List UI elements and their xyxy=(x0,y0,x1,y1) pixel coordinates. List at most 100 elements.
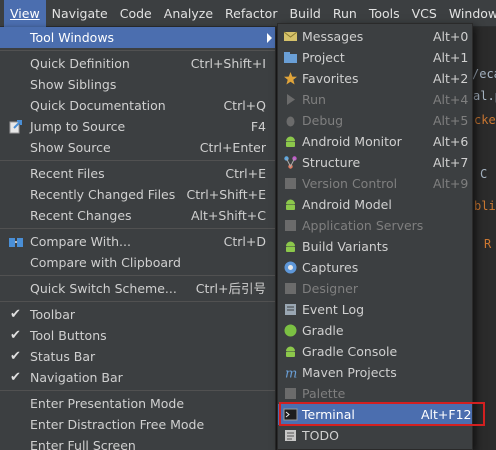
android-icon xyxy=(286,241,295,252)
menu-item-quick-switch-scheme[interactable]: Quick Switch Scheme... Ctrl+后引号 xyxy=(0,278,275,299)
menu-view[interactable]: View xyxy=(4,0,46,27)
tool-window-label: Gradle xyxy=(302,323,344,338)
menu-item-toolbar[interactable]: ✔ Toolbar xyxy=(0,304,275,325)
messages-icon xyxy=(283,31,298,41)
menu-refactor[interactable]: Refactor xyxy=(219,0,283,27)
menu-item-jump-to-source[interactable]: Jump to Source F4 xyxy=(0,116,275,137)
menu-item-quick-definition[interactable]: Quick Definition Ctrl+Shift+I xyxy=(0,53,275,74)
menu-item-shortcut: Ctrl+D xyxy=(223,234,266,249)
gradle-icon xyxy=(284,324,297,337)
menu-item-status-bar[interactable]: ✔ Status Bar xyxy=(0,346,275,367)
menu-item-recent-files[interactable]: Recent Files Ctrl+E xyxy=(0,163,275,184)
menu-item-distraction-free-mode[interactable]: Enter Distraction Free Mode xyxy=(0,414,275,435)
menu-item-tool-buttons[interactable]: ✔ Tool Buttons xyxy=(0,325,275,346)
tool-window-item-designer[interactable]: Designer xyxy=(278,278,472,299)
tool-window-item-captures[interactable]: Captures xyxy=(278,257,472,278)
editor-text: R xyxy=(484,237,492,251)
project-icon xyxy=(284,52,297,63)
checkmark-icon: ✔ xyxy=(10,307,21,322)
menu-analyze[interactable]: Analyze xyxy=(158,0,219,27)
menu-item-label: Tool Buttons xyxy=(30,328,107,343)
menu-item-label: Show Siblings xyxy=(30,77,117,92)
menu-item-label: Recent Files xyxy=(30,166,105,181)
submenu-arrow-icon xyxy=(267,33,272,43)
tool-window-label: Application Servers xyxy=(302,218,424,233)
menu-separator xyxy=(0,390,275,391)
svg-text:m: m xyxy=(285,367,297,381)
checkmark-icon: ✔ xyxy=(10,349,21,364)
menu-item-shortcut: Ctrl+E xyxy=(225,166,266,181)
tool-window-item-todo[interactable]: TODO xyxy=(278,425,472,446)
tool-window-item-gradle[interactable]: Gradle xyxy=(278,320,472,341)
tool-windows-submenu: Messages Alt+0 Project Alt+1 Favorites Alt+2 R… xyxy=(277,23,473,450)
tool-window-item-event-log[interactable]: Event Log xyxy=(278,299,472,320)
menu-item-shortcut: Ctrl+后引号 xyxy=(195,281,266,296)
menu-item-quick-documentation[interactable]: Quick Documentation Ctrl+Q xyxy=(0,95,275,116)
menu-item-show-siblings[interactable]: Show Siblings xyxy=(0,74,275,95)
tool-window-item-gradle-console[interactable]: Gradle Console xyxy=(278,341,472,362)
structure-icon xyxy=(284,156,297,169)
tool-window-item-debug[interactable]: Debug Alt+5 xyxy=(278,110,472,131)
menu-item-shortcut: F4 xyxy=(250,119,266,134)
menu-item-presentation-mode[interactable]: Enter Presentation Mode xyxy=(0,393,275,414)
editor-text: cke xyxy=(474,113,496,127)
android-icon xyxy=(286,199,295,210)
menu-item-recent-changes[interactable]: Recent Changes Alt+Shift+C xyxy=(0,205,275,226)
tool-window-label: Captures xyxy=(302,260,359,275)
tool-window-item-application-servers[interactable]: Application Servers xyxy=(278,215,472,236)
tool-window-item-maven-projects[interactable]: m Maven Projects xyxy=(278,362,472,383)
menu-item-compare-with-clipboard[interactable]: Compare with Clipboard xyxy=(0,252,275,273)
tool-window-item-structure[interactable]: Structure Alt+7 xyxy=(278,152,472,173)
menu-item-compare-with[interactable]: Compare With... Ctrl+D xyxy=(0,231,275,252)
tool-window-item-build-variants[interactable]: Build Variants xyxy=(278,236,472,257)
tool-window-item-run[interactable]: Run Alt+4 xyxy=(278,89,472,110)
terminal-callout-box xyxy=(279,402,485,426)
menu-item-shortcut: Ctrl+Q xyxy=(223,98,266,113)
designer-icon xyxy=(285,283,296,294)
menu-item-label: Status Bar xyxy=(30,349,96,364)
captures-icon xyxy=(284,261,297,274)
tool-window-item-version-control[interactable]: Version Control Alt+9 xyxy=(278,173,472,194)
menu-navigate[interactable]: Navigate xyxy=(46,0,114,27)
tool-window-item-android-model[interactable]: Android Model xyxy=(278,194,472,215)
tool-window-label: Designer xyxy=(302,281,358,296)
tool-window-label: Version Control xyxy=(302,176,398,191)
tool-window-label: Maven Projects xyxy=(302,365,397,380)
menu-item-full-screen[interactable]: Enter Full Screen xyxy=(0,435,275,450)
tool-window-item-project[interactable]: Project Alt+1 xyxy=(278,47,472,68)
menu-item-label: Tool Windows xyxy=(30,30,115,45)
menu-item-label: Quick Documentation xyxy=(30,98,166,113)
event-log-icon xyxy=(285,304,296,315)
view-menu-dropdown: Tool Windows Quick Definition Ctrl+Shift… xyxy=(0,27,276,450)
editor-text: al.p xyxy=(473,89,496,103)
menu-item-show-source[interactable]: Show Source Ctrl+Enter xyxy=(0,137,275,158)
tool-window-label: Palette xyxy=(302,386,346,401)
menu-item-tool-windows[interactable]: Tool Windows xyxy=(0,27,275,48)
checkmark-icon: ✔ xyxy=(10,328,21,343)
tool-window-item-messages[interactable]: Messages Alt+0 xyxy=(278,26,472,47)
tool-window-label: Run xyxy=(302,92,326,107)
run-icon xyxy=(287,94,295,105)
menu-item-navigation-bar[interactable]: ✔ Navigation Bar xyxy=(0,367,275,388)
jump-to-source-icon xyxy=(9,120,22,134)
menu-code[interactable]: Code xyxy=(114,0,158,27)
tool-window-shortcut: Alt+4 xyxy=(433,92,469,107)
tool-window-label: Favorites xyxy=(302,71,359,86)
menu-item-label: Recent Changes xyxy=(30,208,132,223)
editor-text: bli xyxy=(474,199,496,213)
android-icon xyxy=(286,136,295,147)
android-icon xyxy=(286,346,295,357)
menu-item-label: Enter Presentation Mode xyxy=(30,396,185,411)
menu-separator xyxy=(0,50,275,51)
version-control-icon xyxy=(285,178,296,189)
menu-item-label: Compare With... xyxy=(30,234,131,249)
menu-item-recently-changed-files[interactable]: Recently Changed Files Ctrl+Shift+E xyxy=(0,184,275,205)
maven-icon: m xyxy=(285,367,297,381)
tool-window-item-favorites[interactable]: Favorites Alt+2 xyxy=(278,68,472,89)
tool-window-item-android-monitor[interactable]: Android Monitor Alt+6 xyxy=(278,131,472,152)
tool-window-shortcut: Alt+9 xyxy=(433,176,469,191)
menu-item-label: Compare with Clipboard xyxy=(30,255,181,270)
menu-item-label: Toolbar xyxy=(30,307,76,322)
tool-window-item-palette[interactable]: Palette xyxy=(278,383,472,404)
tool-window-shortcut: Alt+5 xyxy=(433,113,469,128)
